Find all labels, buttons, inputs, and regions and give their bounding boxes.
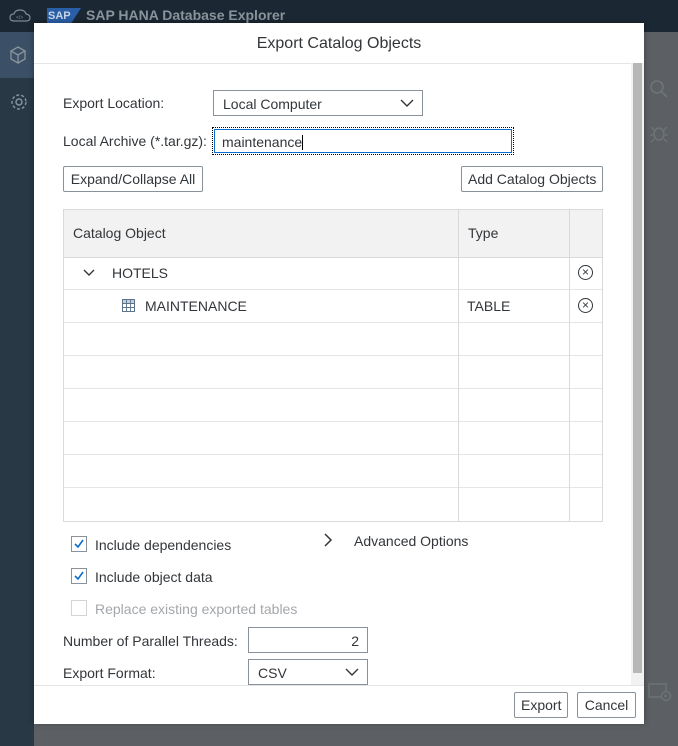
- table-icon: [122, 299, 135, 312]
- empty-row: [64, 422, 602, 455]
- export-format-select[interactable]: CSV: [248, 659, 368, 685]
- left-navigation: [0, 32, 34, 746]
- export-button[interactable]: Export: [514, 692, 568, 718]
- catalog-object-type: TABLE: [467, 298, 511, 314]
- column-header-type: Type: [468, 225, 499, 241]
- replace-existing-label: Replace existing exported tables: [95, 601, 298, 617]
- include-object-data-checkbox[interactable]: [71, 568, 87, 584]
- catalog-object-name: MAINTENANCE: [145, 298, 247, 314]
- sap-logo: SAP: [47, 8, 81, 24]
- empty-row: [64, 455, 602, 488]
- chevron-down-icon: [400, 96, 414, 110]
- remove-circle-icon[interactable]: ×: [578, 265, 593, 280]
- app-title: SAP HANA Database Explorer: [86, 7, 286, 23]
- debug-icon[interactable]: [648, 122, 670, 149]
- catalog-object-name: HOTELS: [112, 265, 169, 281]
- local-archive-value: maintenance: [222, 134, 303, 150]
- export-format-value: CSV: [258, 665, 287, 681]
- local-archive-label: Local Archive (*.tar.gz):: [63, 133, 207, 149]
- empty-row: [64, 323, 602, 356]
- cancel-button[interactable]: Cancel: [577, 692, 636, 718]
- table-row[interactable]: HOTELS ×: [64, 257, 602, 290]
- table-row[interactable]: MAINTENANCE TABLE ×: [64, 290, 602, 323]
- chevron-down-icon[interactable]: [82, 266, 96, 280]
- column-divider: [458, 210, 459, 521]
- text-caret: [302, 135, 304, 150]
- nav-item-catalog[interactable]: [0, 32, 34, 78]
- table-header: Catalog Object Type: [64, 210, 602, 258]
- empty-row: [64, 356, 602, 389]
- export-format-label: Export Format:: [63, 665, 156, 681]
- replace-existing-checkbox: [71, 600, 87, 616]
- advanced-options-label: Advanced Options: [354, 533, 469, 549]
- include-dependencies-checkbox[interactable]: [71, 536, 87, 552]
- svg-text:</>: </>: [16, 15, 23, 21]
- dialog-scrollbar[interactable]: [631, 63, 644, 685]
- column-header-catalog-object: Catalog Object: [73, 225, 166, 241]
- local-archive-input[interactable]: maintenance: [212, 127, 514, 155]
- parallel-threads-input[interactable]: 2: [248, 627, 368, 653]
- dialog-title: Export Catalog Objects: [256, 35, 422, 52]
- empty-row: [64, 488, 602, 521]
- chevron-down-icon: [345, 665, 359, 679]
- scrollbar-thumb[interactable]: [633, 63, 642, 673]
- cloud-icon[interactable]: </>: [8, 8, 32, 24]
- include-dependencies-label: Include dependencies: [95, 537, 232, 553]
- remove-circle-icon[interactable]: ×: [578, 298, 593, 313]
- add-catalog-objects-button[interactable]: Add Catalog Objects: [461, 166, 603, 192]
- parallel-threads-label: Number of Parallel Threads:: [63, 633, 238, 649]
- include-object-data-label: Include object data: [95, 569, 213, 585]
- catalog-objects-table: Catalog Object Type HOTELS × MAINTENANCE…: [63, 209, 603, 522]
- search-icon[interactable]: [648, 78, 670, 105]
- export-location-select[interactable]: Local Computer: [213, 90, 423, 116]
- empty-row: [64, 389, 602, 422]
- export-location-label: Export Location:: [63, 95, 165, 111]
- chevron-right-icon: [322, 533, 334, 550]
- export-catalog-dialog: Export Catalog Objects Export Location: …: [34, 23, 644, 724]
- console-icon[interactable]: [648, 682, 672, 707]
- catalog-icon: [8, 45, 28, 65]
- advanced-options-toggle[interactable]: Advanced Options: [322, 531, 472, 551]
- dialog-footer: Export Cancel: [34, 685, 644, 724]
- parallel-threads-value: 2: [351, 633, 359, 649]
- column-divider: [569, 210, 570, 521]
- export-location-value: Local Computer: [223, 96, 322, 112]
- dialog-header: Export Catalog Objects: [34, 23, 644, 64]
- settings-icon[interactable]: [9, 92, 29, 112]
- expand-collapse-all-button[interactable]: Expand/Collapse All: [63, 166, 203, 192]
